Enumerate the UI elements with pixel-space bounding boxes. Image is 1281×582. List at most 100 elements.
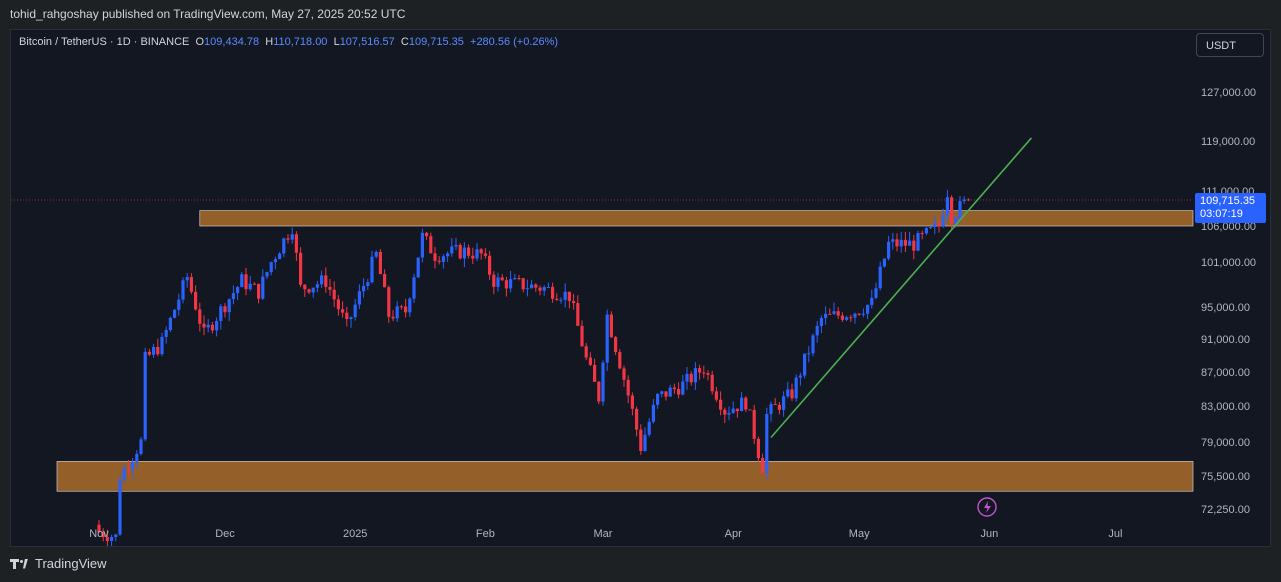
candle[interactable] bbox=[362, 278, 366, 298]
candle[interactable] bbox=[236, 285, 240, 301]
candle[interactable] bbox=[504, 276, 508, 297]
candle[interactable] bbox=[433, 246, 437, 269]
candle[interactable] bbox=[643, 427, 647, 452]
candle[interactable] bbox=[559, 297, 563, 304]
candle[interactable] bbox=[534, 283, 538, 292]
candle[interactable] bbox=[496, 272, 500, 292]
candle[interactable] bbox=[828, 308, 832, 315]
candle[interactable] bbox=[118, 474, 122, 536]
price-chart[interactable]: 127,000.00119,000.00111,000.00106,000.00… bbox=[11, 30, 1270, 546]
candle[interactable] bbox=[273, 256, 277, 270]
candle[interactable] bbox=[555, 293, 559, 301]
candle[interactable] bbox=[853, 312, 857, 324]
candle[interactable] bbox=[488, 250, 492, 280]
candle[interactable] bbox=[408, 297, 412, 317]
candle[interactable] bbox=[454, 237, 458, 251]
candle[interactable] bbox=[446, 251, 450, 262]
candle[interactable] bbox=[866, 304, 870, 320]
candle[interactable] bbox=[143, 347, 147, 442]
candle[interactable] bbox=[244, 267, 248, 296]
candle[interactable] bbox=[177, 293, 181, 316]
candle[interactable] bbox=[198, 302, 202, 332]
candle[interactable] bbox=[395, 301, 399, 322]
trendline[interactable] bbox=[770, 137, 1033, 439]
candle[interactable] bbox=[790, 383, 794, 401]
candle[interactable] bbox=[479, 248, 483, 260]
candle[interactable] bbox=[798, 372, 802, 386]
candle[interactable] bbox=[290, 227, 294, 244]
candle[interactable] bbox=[567, 291, 571, 309]
candle[interactable] bbox=[320, 270, 324, 288]
candle[interactable] bbox=[731, 401, 735, 414]
candle[interactable] bbox=[681, 374, 685, 396]
candle[interactable] bbox=[609, 311, 613, 338]
candle[interactable] bbox=[576, 295, 580, 327]
candle[interactable] bbox=[215, 317, 219, 337]
candle[interactable] bbox=[332, 281, 336, 308]
candle[interactable] bbox=[861, 308, 865, 318]
candle[interactable] bbox=[597, 380, 601, 405]
candle[interactable] bbox=[870, 289, 874, 309]
candle[interactable] bbox=[483, 248, 487, 259]
candle[interactable] bbox=[315, 280, 319, 293]
candle[interactable] bbox=[765, 407, 769, 480]
candle[interactable] bbox=[622, 365, 626, 387]
candle[interactable] bbox=[660, 390, 664, 398]
candle[interactable] bbox=[672, 383, 676, 394]
candle[interactable] bbox=[832, 302, 836, 315]
candle[interactable] bbox=[248, 276, 252, 292]
candle[interactable] bbox=[572, 293, 576, 310]
candle[interactable] bbox=[517, 274, 521, 281]
candle[interactable] bbox=[878, 261, 882, 291]
candle[interactable] bbox=[588, 352, 592, 367]
candle[interactable] bbox=[777, 402, 781, 415]
candle[interactable] bbox=[614, 335, 618, 355]
candle[interactable] bbox=[794, 374, 798, 402]
candle[interactable] bbox=[156, 338, 160, 357]
candle[interactable] bbox=[227, 298, 231, 322]
candle[interactable] bbox=[908, 231, 912, 246]
candle[interactable] bbox=[416, 257, 420, 278]
candle[interactable] bbox=[383, 269, 387, 288]
candle[interactable] bbox=[437, 256, 441, 265]
candle[interactable] bbox=[563, 283, 567, 308]
candle[interactable] bbox=[206, 319, 210, 333]
candle[interactable] bbox=[752, 404, 756, 445]
candle[interactable] bbox=[160, 332, 164, 357]
candle[interactable] bbox=[647, 418, 651, 437]
candle[interactable] bbox=[450, 238, 454, 257]
candle[interactable] bbox=[840, 312, 844, 323]
candle[interactable] bbox=[412, 273, 416, 304]
candle[interactable] bbox=[387, 285, 391, 323]
candle[interactable] bbox=[462, 242, 466, 268]
candle[interactable] bbox=[420, 228, 424, 263]
candle[interactable] bbox=[803, 353, 807, 379]
candle[interactable] bbox=[152, 343, 156, 358]
candle[interactable] bbox=[857, 313, 861, 316]
candle[interactable] bbox=[656, 393, 660, 409]
candle[interactable] bbox=[635, 406, 639, 437]
candle[interactable] bbox=[147, 348, 151, 357]
candle[interactable] bbox=[584, 342, 588, 361]
candle[interactable] bbox=[366, 278, 370, 291]
candle[interactable] bbox=[924, 227, 928, 236]
candle[interactable] bbox=[769, 401, 773, 422]
candle[interactable] bbox=[639, 424, 643, 455]
candle[interactable] bbox=[786, 381, 790, 399]
candle[interactable] bbox=[546, 282, 550, 288]
candle[interactable] bbox=[714, 386, 718, 402]
candle[interactable] bbox=[605, 309, 609, 371]
candle[interactable] bbox=[525, 279, 529, 297]
candle[interactable] bbox=[311, 287, 315, 298]
chart-frame[interactable]: 127,000.00 119,000.00 111,000.00 106,000.00… bbox=[10, 29, 1271, 547]
candle[interactable] bbox=[189, 273, 193, 295]
candle[interactable] bbox=[219, 303, 223, 330]
candle[interactable] bbox=[210, 321, 214, 334]
candle[interactable] bbox=[265, 271, 269, 280]
candle[interactable] bbox=[139, 436, 143, 456]
support-zone[interactable] bbox=[56, 461, 1194, 492]
candle[interactable] bbox=[303, 284, 307, 297]
candle[interactable] bbox=[425, 231, 429, 240]
candle[interactable] bbox=[399, 304, 403, 310]
candle[interactable] bbox=[874, 282, 878, 300]
